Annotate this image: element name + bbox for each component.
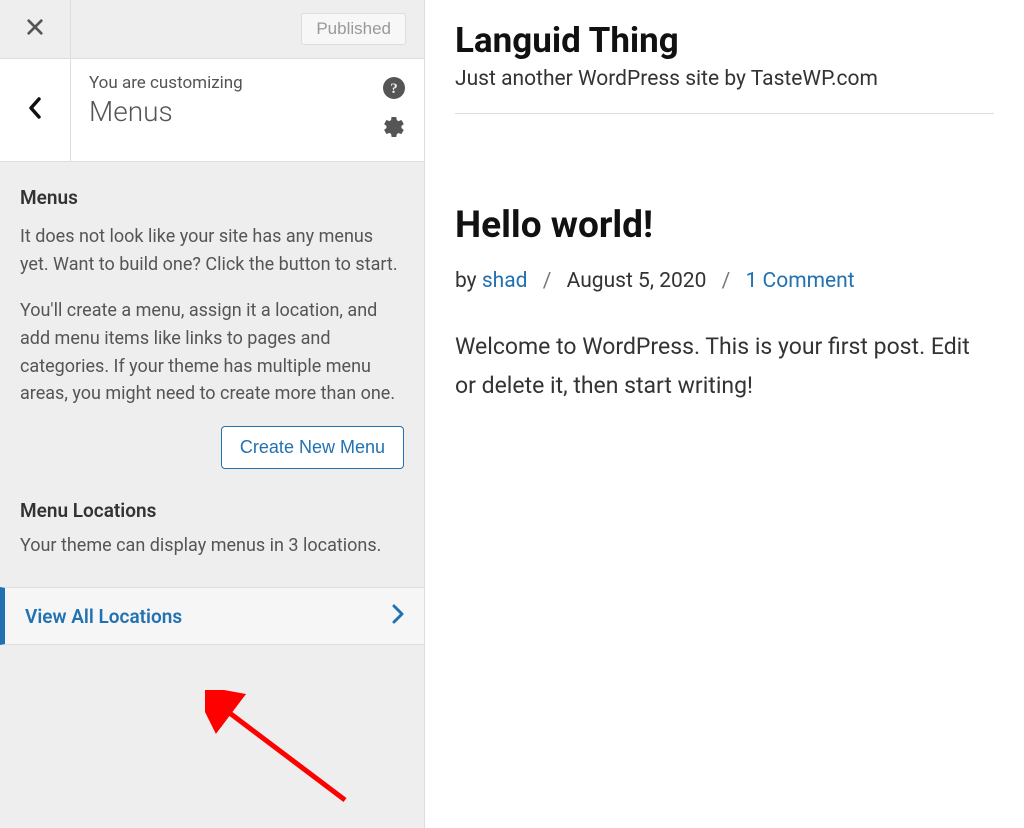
publish-status-button[interactable]: Published (301, 13, 406, 45)
menus-description-2: You'll create a menu, assign it a locati… (20, 297, 404, 409)
menu-locations-description: Your theme can display menus in 3 locati… (20, 532, 404, 559)
post-comments-link[interactable]: 1 Comment (746, 269, 855, 293)
view-all-locations-label: View All Locations (25, 605, 182, 628)
view-all-locations-button[interactable]: View All Locations (0, 587, 424, 645)
chevron-right-icon (392, 604, 404, 628)
post-meta: by shad / August 5, 2020 / 1 Comment (455, 269, 994, 293)
post-meta-by: by (455, 269, 482, 293)
menus-description-1: It does not look like your site has any … (20, 223, 404, 279)
close-button[interactable] (0, 0, 71, 59)
site-title[interactable]: Languid Thing (455, 20, 994, 61)
close-icon (26, 18, 44, 40)
chevron-left-icon (28, 97, 42, 123)
site-preview: Languid Thing Just another WordPress sit… (425, 0, 1024, 828)
help-icon[interactable]: ? (383, 77, 405, 103)
create-menu-row: Create New Menu (20, 426, 404, 469)
create-menu-button[interactable]: Create New Menu (221, 426, 404, 469)
menu-locations-heading: Menu Locations (20, 499, 404, 522)
svg-text:?: ? (390, 81, 398, 97)
gear-icon[interactable] (382, 115, 406, 143)
header-text: You are customizing Menus (89, 73, 382, 128)
post-title[interactable]: Hello world! (455, 204, 994, 247)
post-author-link[interactable]: shad (482, 269, 528, 293)
header-icons: ? (382, 73, 406, 143)
meta-separator: / (543, 269, 552, 293)
customizing-label: You are customizing (89, 73, 382, 93)
post-body: Welcome to WordPress. This is your first… (455, 327, 994, 405)
sidebar-content: Menus It does not look like your site ha… (0, 162, 424, 573)
customizer-sidebar: Published You are customizing Menus ? (0, 0, 425, 828)
top-bar: Published (0, 0, 424, 59)
top-bar-actions: Published (71, 13, 424, 45)
back-button[interactable] (0, 59, 71, 161)
section-header: You are customizing Menus ? (0, 59, 424, 162)
post-date: August 5, 2020 (567, 269, 707, 293)
annotation-arrow-icon (205, 690, 365, 810)
menus-heading: Menus (20, 186, 404, 209)
site-tagline: Just another WordPress site by TasteWP.c… (455, 67, 994, 114)
meta-separator: / (722, 269, 731, 293)
section-title: Menus (89, 95, 382, 128)
header-content: You are customizing Menus ? (71, 59, 424, 161)
